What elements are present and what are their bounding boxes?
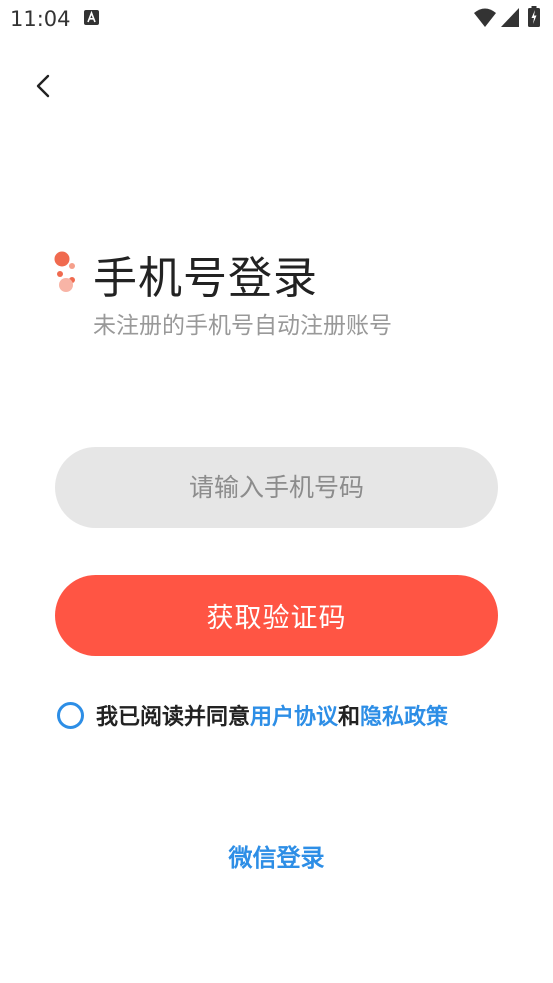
cell-signal-icon (501, 8, 519, 27)
phone-input-container (55, 447, 498, 528)
phone-number-input[interactable] (55, 447, 498, 528)
login-screen: 11:04 手机号登录 未注册的手机号自动注册账号 请输入手机号码 获取验证码 … (0, 0, 553, 983)
back-button[interactable] (22, 66, 62, 106)
privacy-policy-link[interactable]: 隐私政策 (360, 699, 448, 731)
dots-decoration-icon (54, 251, 75, 292)
wechat-login-link[interactable]: 微信登录 (0, 838, 553, 873)
battery-charging-icon (528, 6, 540, 27)
wifi-icon (474, 8, 496, 27)
get-verification-code-button[interactable]: 获取验证码 (55, 575, 498, 656)
page-subtitle: 未注册的手机号自动注册账号 (93, 313, 392, 339)
chevron-left-icon (36, 74, 50, 98)
status-time: 11:04 (10, 7, 71, 31)
agreement-conjunction-text: 和 (338, 705, 361, 730)
status-bar: 11:04 (0, 0, 553, 38)
agreement-row: 我已阅读并同意 用户协议 和 隐私政策 (57, 697, 448, 733)
agreement-checkbox[interactable] (57, 701, 84, 729)
agreement-prefix-text: 我已阅读并同意 (96, 705, 251, 730)
user-agreement-link[interactable]: 用户协议 (250, 699, 338, 731)
page-title: 手机号登录 (93, 253, 318, 304)
a-box-notification-icon (84, 10, 99, 25)
